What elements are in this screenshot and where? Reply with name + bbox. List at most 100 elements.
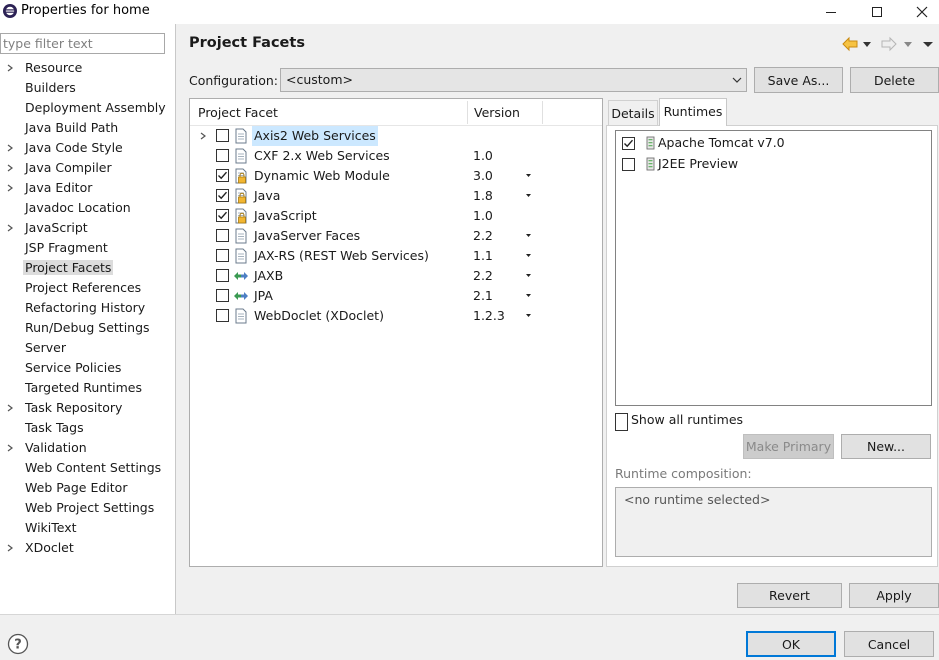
facet-row[interactable]: JPA 2.1	[190, 286, 602, 306]
chevron-right-icon	[7, 404, 13, 412]
facet-checkbox[interactable]	[216, 309, 229, 322]
chevron-right-icon	[7, 444, 13, 452]
facet-checkbox[interactable]	[216, 229, 229, 242]
column-header-version[interactable]: Version	[474, 99, 520, 126]
facet-checkbox[interactable]	[216, 149, 229, 162]
runtime-checkbox[interactable]	[622, 158, 635, 171]
column-header-project-facet[interactable]: Project Facet	[198, 99, 278, 126]
filter-input[interactable]	[0, 33, 165, 54]
checkmark-icon	[218, 211, 228, 220]
facet-checkbox[interactable]	[216, 249, 229, 262]
facet-checkbox[interactable]	[216, 169, 229, 182]
facet-version[interactable]: 2.2	[473, 266, 493, 286]
sidebar-item-project-facets[interactable]: Project Facets	[0, 258, 175, 278]
show-all-runtimes-checkbox[interactable]	[615, 413, 628, 431]
cancel-button[interactable]: Cancel	[844, 631, 934, 657]
sidebar-item-javadoc-location[interactable]: Javadoc Location	[0, 198, 175, 218]
facet-row[interactable]: WebDoclet (XDoclet) 1.2.3	[190, 306, 602, 326]
sidebar-item-web-content-settings[interactable]: Web Content Settings	[0, 458, 175, 478]
facet-row[interactable]: Axis2 Web Services	[190, 126, 602, 146]
runtime-item[interactable]: J2EE Preview	[616, 154, 931, 174]
facet-row[interactable]: Dynamic Web Module 3.0	[190, 166, 602, 186]
sidebar-item-label: Service Policies	[25, 360, 122, 375]
save-as-button[interactable]: Save As...	[754, 67, 843, 93]
facet-version[interactable]: 2.1	[473, 286, 493, 306]
sidebar-item-resource[interactable]: Resource	[0, 58, 175, 78]
sidebar-item-web-project-settings[interactable]: Web Project Settings	[0, 498, 175, 518]
sidebar-item-task-tags[interactable]: Task Tags	[0, 418, 175, 438]
facet-row[interactable]: JAXB 2.2	[190, 266, 602, 286]
sidebar-item-targeted-runtimes[interactable]: Targeted Runtimes	[0, 378, 175, 398]
chevron-right-icon	[7, 224, 13, 232]
sidebar-item-wikitext[interactable]: WikiText	[0, 518, 175, 538]
footer-divider	[0, 614, 939, 615]
help-icon[interactable]: ?	[7, 633, 29, 655]
document-icon	[235, 228, 247, 244]
sidebar-item-jsp-fragment[interactable]: JSP Fragment	[0, 238, 175, 258]
sidebar-item-web-page-editor[interactable]: Web Page Editor	[0, 478, 175, 498]
sidebar-item-task-repository[interactable]: Task Repository	[0, 398, 175, 418]
sidebar-item-service-policies[interactable]: Service Policies	[0, 358, 175, 378]
sidebar-item-java-code-style[interactable]: Java Code Style	[0, 138, 175, 158]
column-separator[interactable]	[467, 101, 468, 124]
forward-arrow-icon[interactable]	[880, 36, 898, 52]
facet-row[interactable]: CXF 2.x Web Services 1.0	[190, 146, 602, 166]
facet-row[interactable]: JavaScript 1.0	[190, 206, 602, 226]
facet-checkbox[interactable]	[216, 189, 229, 202]
facet-version[interactable]: 1.2.3	[473, 306, 505, 326]
sidebar-item-java-compiler[interactable]: Java Compiler	[0, 158, 175, 178]
facet-row[interactable]: JAX-RS (REST Web Services) 1.1	[190, 246, 602, 266]
sidebar-item-project-references[interactable]: Project References	[0, 278, 175, 298]
column-separator[interactable]	[542, 101, 543, 124]
close-button[interactable]	[900, 0, 939, 24]
runtime-composition-value: <no runtime selected>	[624, 492, 771, 507]
facet-row[interactable]: JavaServer Faces 2.2	[190, 226, 602, 246]
panel-divider[interactable]	[175, 24, 176, 614]
facet-checkbox[interactable]	[216, 209, 229, 222]
maximize-button[interactable]	[855, 0, 899, 24]
facet-row[interactable]: Java 1.8	[190, 186, 602, 206]
new-runtime-button[interactable]: New...	[841, 434, 931, 459]
sidebar-item-xdoclet[interactable]: XDoclet	[0, 538, 175, 558]
ok-button[interactable]: OK	[746, 631, 836, 657]
minimize-button[interactable]	[809, 0, 853, 24]
maximize-icon	[872, 7, 882, 17]
sidebar-item-java-build-path[interactable]: Java Build Path	[0, 118, 175, 138]
facet-version[interactable]: 2.2	[473, 226, 493, 246]
facet-version[interactable]: 1.8	[473, 186, 493, 206]
apply-button[interactable]: Apply	[849, 583, 939, 608]
tab-runtimes[interactable]: Runtimes	[659, 98, 727, 126]
chevron-right-icon	[7, 164, 13, 172]
forward-menu-chevron-icon[interactable]	[903, 36, 913, 52]
sidebar-item-validation[interactable]: Validation	[0, 438, 175, 458]
sidebar-item-deployment-assembly[interactable]: Deployment Assembly	[0, 98, 175, 118]
facet-name: Java	[254, 188, 281, 203]
sidebar-item-server[interactable]: Server	[0, 338, 175, 358]
sidebar-item-refactoring-history[interactable]: Refactoring History	[0, 298, 175, 318]
checkmark-icon	[218, 191, 228, 200]
tab-details[interactable]: Details	[608, 100, 658, 125]
sidebar-item-builders[interactable]: Builders	[0, 78, 175, 98]
revert-button[interactable]: Revert	[737, 583, 842, 608]
configuration-select[interactable]: <custom>	[280, 68, 747, 92]
runtime-checkbox[interactable]	[622, 137, 635, 150]
back-arrow-icon[interactable]	[841, 36, 859, 52]
facet-version[interactable]: 3.0	[473, 166, 493, 186]
sidebar-item-run-debug-settings[interactable]: Run/Debug Settings	[0, 318, 175, 338]
facet-version[interactable]: 1.1	[473, 246, 493, 266]
back-menu-chevron-icon[interactable]	[862, 36, 872, 52]
view-menu-icon[interactable]	[922, 36, 934, 52]
facet-checkbox[interactable]	[216, 289, 229, 302]
facet-checkbox[interactable]	[216, 269, 229, 282]
sidebar-item-java-editor[interactable]: Java Editor	[0, 178, 175, 198]
chevron-down-icon	[732, 77, 742, 83]
facet-checkbox[interactable]	[216, 129, 229, 142]
sidebar-item-label: Targeted Runtimes	[25, 380, 142, 395]
show-all-runtimes-label[interactable]: Show all runtimes	[631, 411, 743, 429]
version-dropdown-icon	[526, 174, 531, 177]
runtime-item[interactable]: Apache Tomcat v7.0	[616, 133, 931, 153]
delete-button[interactable]: Delete	[850, 67, 939, 93]
make-primary-button[interactable]: Make Primary	[743, 434, 834, 459]
sidebar-item-label: Task Repository	[25, 400, 123, 415]
sidebar-item-javascript[interactable]: JavaScript	[0, 218, 175, 238]
